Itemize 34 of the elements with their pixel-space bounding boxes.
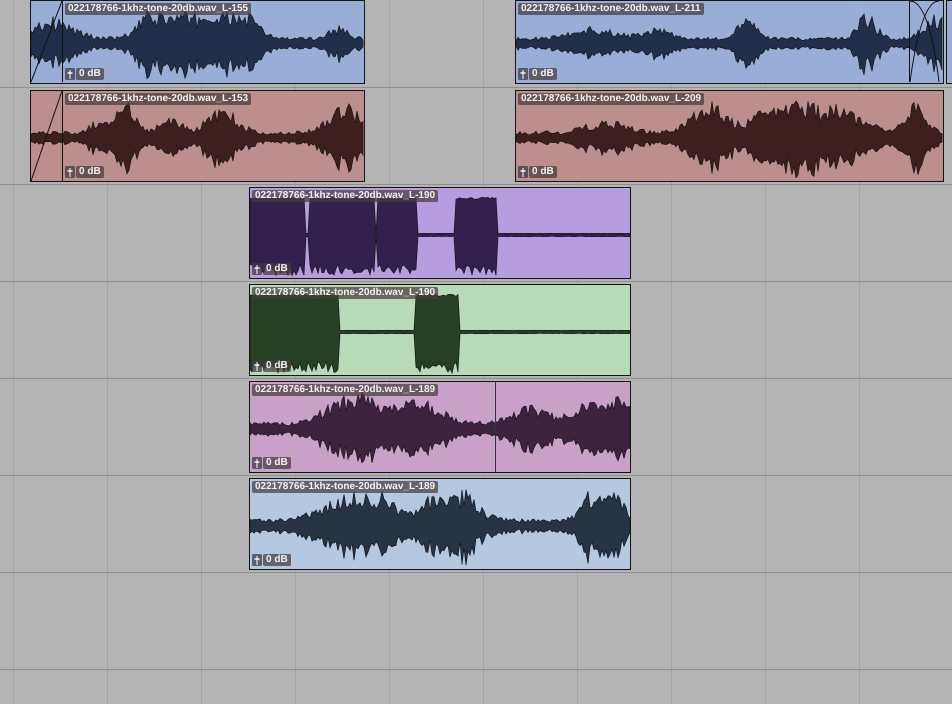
audio-clip[interactable]: 022178766-1khz-tone-20db.wav_L-209 0 dB — [515, 90, 944, 182]
fader-icon[interactable] — [252, 360, 262, 372]
audio-clip[interactable]: 022178766-1khz-tone-20db.wav_L-189 0 dB — [249, 478, 631, 570]
fader-icon[interactable] — [65, 68, 75, 80]
clip-name: 022178766-1khz-tone-20db.wav_L-189 — [252, 384, 438, 396]
clip-name: 022178766-1khz-tone-20db.wav_L-211 — [518, 3, 704, 15]
clip-name: 022178766-1khz-tone-20db.wav_L-155 — [65, 3, 252, 15]
fader-icon[interactable] — [518, 68, 528, 80]
clip-gain: 0 dB — [263, 360, 291, 372]
clip-gain: 0 dB — [76, 68, 104, 80]
audio-clip[interactable]: 022178766-1khz-tone-20db.wav_L-189 0 dB — [249, 381, 631, 473]
clip-gain: 0 dB — [263, 554, 291, 566]
audio-clip[interactable]: 022178766-1khz-tone-20db.wav_L-211 0 dB — [515, 0, 944, 84]
clip-name: 022178766-1khz-tone-20db.wav_L-190 — [252, 190, 438, 202]
fade-in-drawing[interactable] — [31, 1, 64, 82]
clip-name: 022178766-1khz-tone-20db.wav_L-209 — [518, 93, 704, 105]
clip-gain: 0 dB — [263, 457, 291, 469]
clip-gain: 0 dB — [76, 166, 104, 178]
fader-icon[interactable] — [252, 457, 262, 469]
clip-name: 022178766-1khz-tone-20db.wav_L-190 — [252, 287, 438, 299]
fader-icon[interactable] — [518, 166, 528, 178]
fader-icon[interactable] — [252, 263, 262, 275]
fader-icon[interactable] — [252, 554, 262, 566]
audio-clip[interactable]: 022178766-1khz-tone-20db.wav_L-190 0 dB — [249, 187, 631, 279]
clip-name: 022178766-1khz-tone-20db.wav_L-153 — [65, 93, 252, 105]
audio-clip[interactable]: 022178766-1khz-tone-20db.wav_L-155 0 dB — [30, 0, 365, 84]
clip-gain: 0 dB — [263, 263, 291, 275]
clip-gain: 0 dB — [529, 166, 557, 178]
clip-gain: 0 dB — [529, 68, 557, 80]
fader-icon[interactable] — [65, 166, 75, 178]
audio-clip[interactable]: 022178766-1khz-tone-20db.wav_L-153 0 dB — [30, 90, 365, 182]
clip-name: 022178766-1khz-tone-20db.wav_L-189 — [252, 481, 438, 493]
audio-clip[interactable]: 022178766-1khz-tone-20db.wav_L-190 0 dB — [249, 284, 631, 376]
fade-in-drawing[interactable] — [31, 91, 64, 181]
